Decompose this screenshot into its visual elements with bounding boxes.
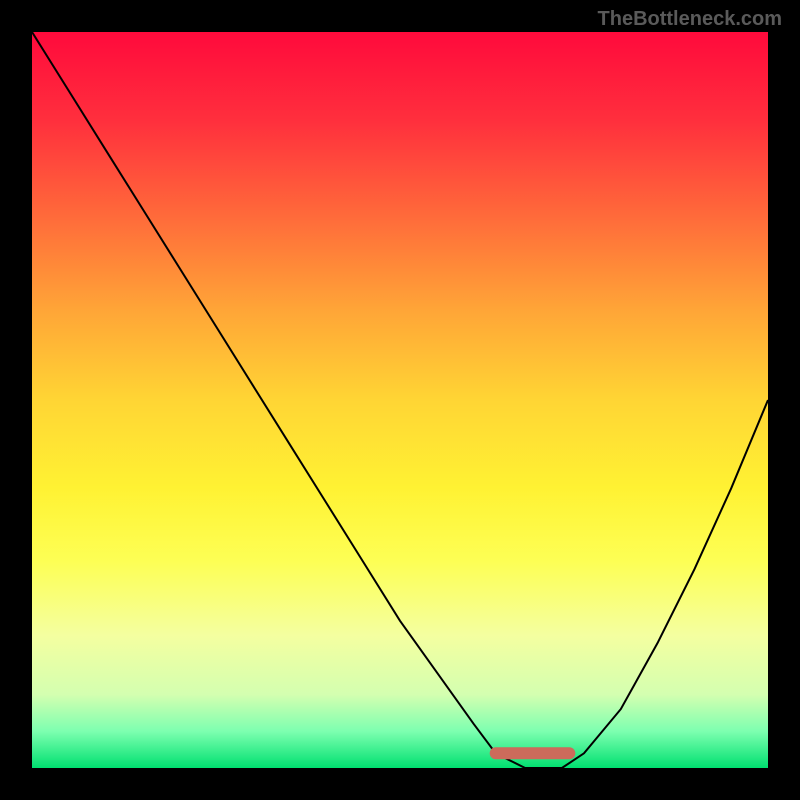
plot-area xyxy=(32,32,768,768)
chart-frame: TheBottleneck.com xyxy=(0,0,800,800)
chart-svg xyxy=(32,32,768,768)
attribution-text: TheBottleneck.com xyxy=(598,8,782,31)
bottleneck-curve xyxy=(32,32,768,768)
